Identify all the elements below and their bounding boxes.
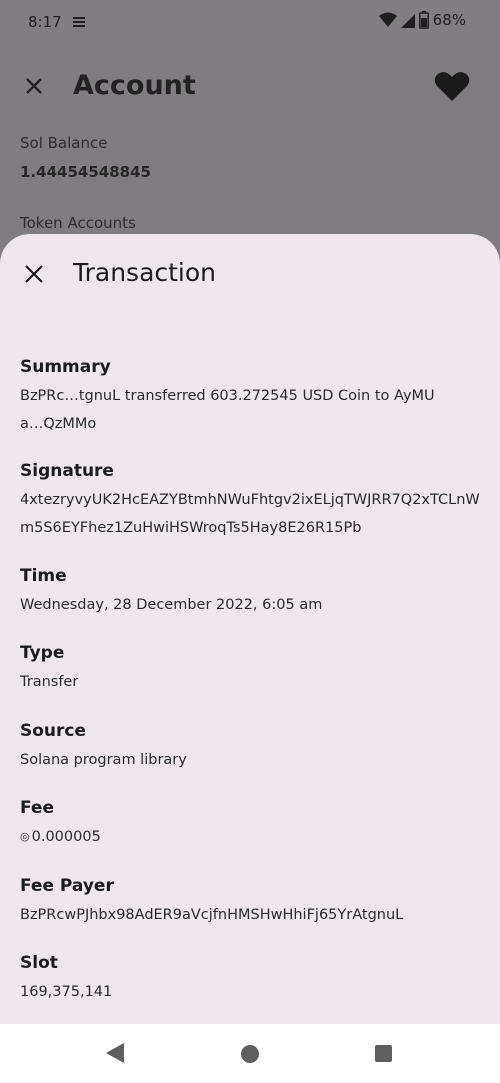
fee-field: Fee ◎ 0.000005 <box>20 797 485 851</box>
status-icons: 68% <box>378 11 466 29</box>
fee-value: 0.000005 <box>31 829 101 845</box>
type-field: Type Transfer <box>20 642 485 696</box>
sheet-title: Transaction <box>73 258 217 287</box>
time-field: Time Wednesday, 28 December 2022, 6:05 a… <box>20 565 485 619</box>
battery-icon <box>418 11 429 29</box>
signature-value[interactable]: 4xtezryvyUK2HcEAZYBtmhNWuFhtgv2ixELjqTWJ… <box>20 486 485 542</box>
fee-value-row: ◎ 0.000005 <box>20 823 485 851</box>
type-label: Type <box>20 643 65 663</box>
fee-payer-field: Fee Payer BzPRcwPJhbx98AdER9aVcjfnHMSHwH… <box>20 875 485 929</box>
sol-icon: ◎ <box>20 830 30 843</box>
fee-payer-value[interactable]: BzPRcwPJhbx98AdER9aVcjfnHMSHwHhiFj65YrAt… <box>20 901 485 929</box>
summary-label: Summary <box>20 357 111 377</box>
notification-icon <box>73 17 85 27</box>
navigation-bar <box>0 1024 500 1083</box>
battery-percent: 68% <box>432 11 466 29</box>
source-value: Solana program library <box>20 752 187 768</box>
time-value: Wednesday, 28 December 2022, 6:05 am <box>20 597 323 613</box>
background-value: 1.44454548845 <box>20 163 151 181</box>
source-field: Source Solana program library <box>20 720 485 774</box>
wifi-icon <box>378 12 397 27</box>
status-time: 8:17 <box>28 13 62 31</box>
signature-label: Signature <box>20 461 114 481</box>
time-label: Time <box>20 566 67 586</box>
summary-value: BzPRc…tgnuL transferred 603.272545 USD C… <box>20 388 435 432</box>
heart-icon <box>434 72 470 101</box>
fee-label: Fee <box>20 798 54 818</box>
background-label: Token Accounts <box>20 214 136 232</box>
close-button[interactable] <box>22 262 46 286</box>
status-bar: 8:17 68% <box>0 0 500 46</box>
summary-field: Summary BzPRc…tgnuL transferred 603.2725… <box>20 356 485 438</box>
back-icon[interactable] <box>106 1043 124 1063</box>
slot-field: Slot 169,375,141 <box>20 952 485 1006</box>
background-title: Account <box>73 70 196 101</box>
signal-icon <box>400 14 415 28</box>
home-icon[interactable] <box>241 1045 259 1063</box>
fee-payer-label: Fee Payer <box>20 876 114 896</box>
close-icon <box>26 78 42 94</box>
slot-label: Slot <box>20 953 58 973</box>
type-value: Transfer <box>20 674 79 690</box>
recents-icon[interactable] <box>375 1045 392 1062</box>
signature-field: Signature 4xtezryvyUK2HcEAZYBtmhNWuFhtgv… <box>20 460 485 542</box>
slot-value: 169,375,141 <box>20 984 113 1000</box>
source-label: Source <box>20 721 87 741</box>
background-label: Sol Balance <box>20 134 108 152</box>
transaction-sheet: Transaction Summary BzPRc…tgnuL transfer… <box>0 234 500 1024</box>
